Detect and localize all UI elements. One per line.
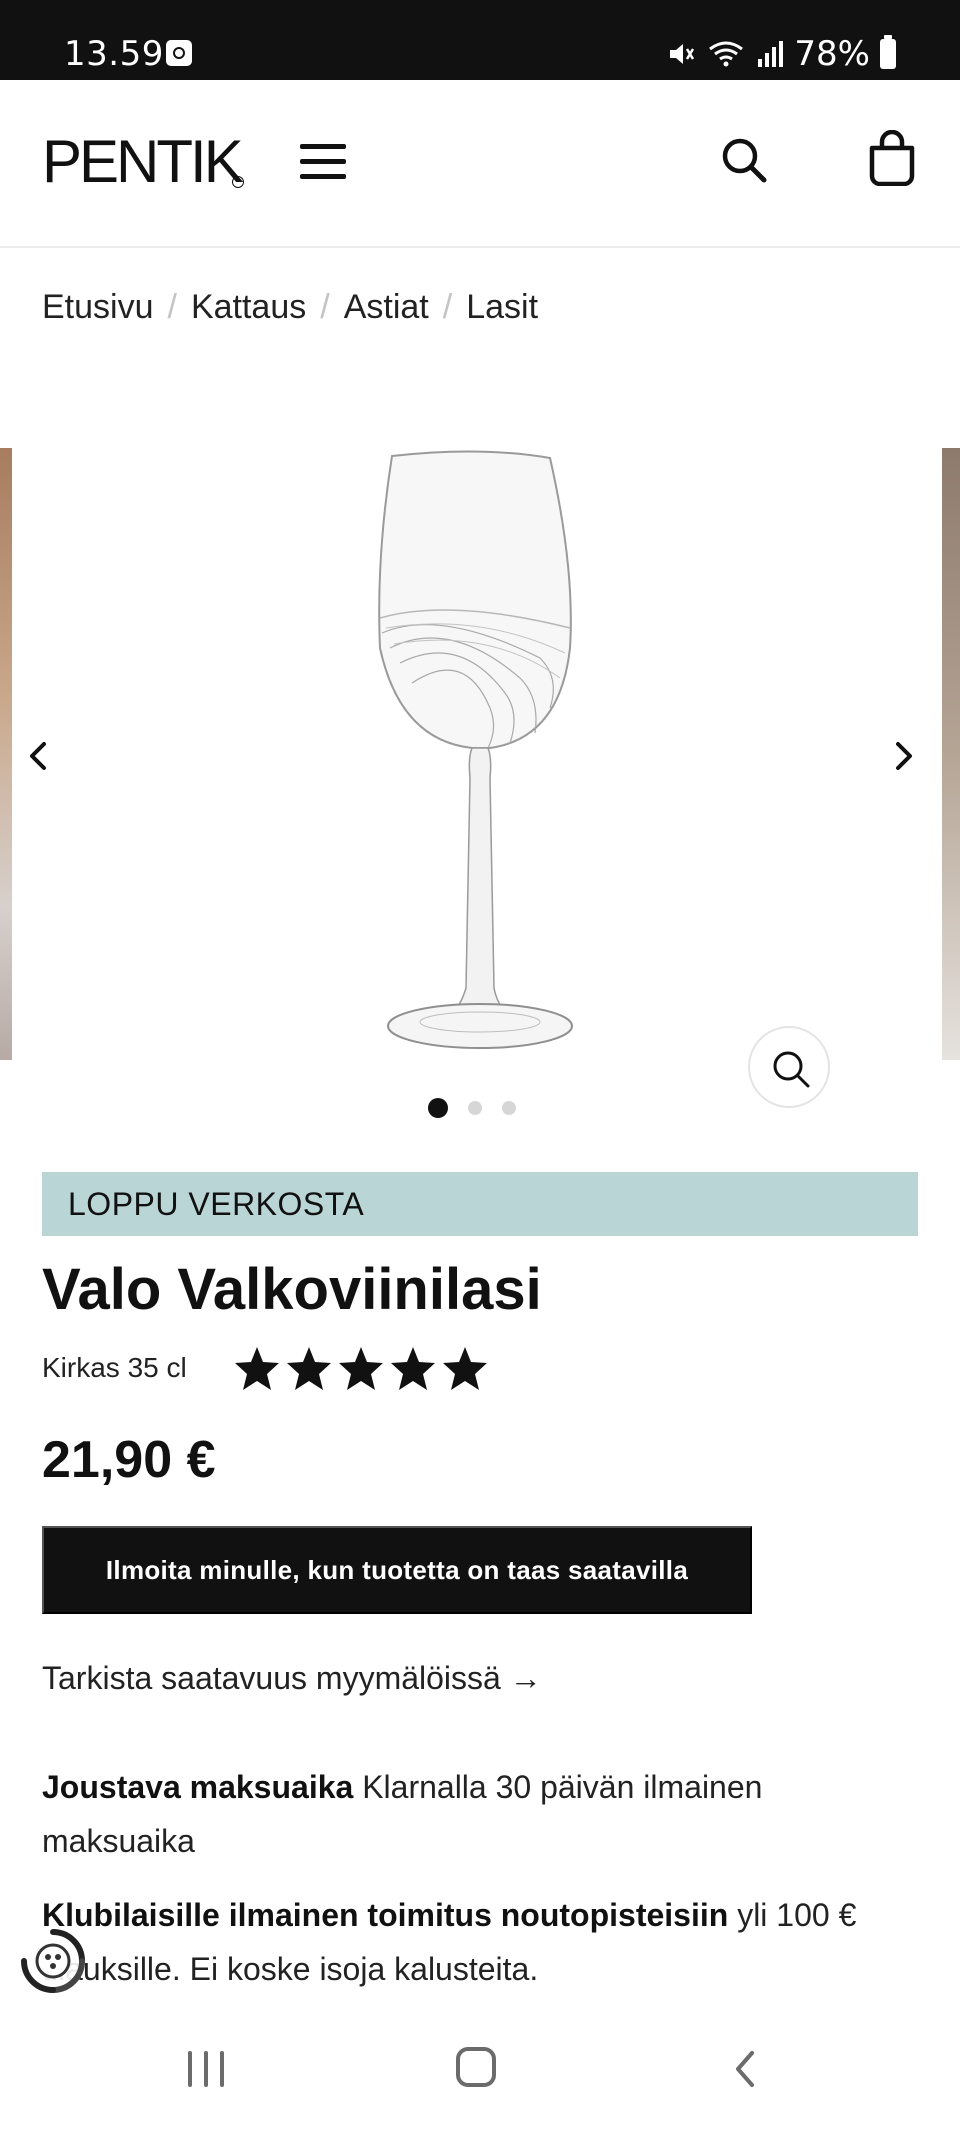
star-icon bbox=[235, 1347, 279, 1390]
battery-icon bbox=[880, 35, 896, 69]
system-nav-bar bbox=[0, 2013, 960, 2133]
star-icon bbox=[339, 1347, 383, 1390]
shipping-info: Klubilaisille ilmainen toimitus noutopis… bbox=[42, 1888, 912, 1996]
star-icon bbox=[391, 1347, 435, 1390]
breadcrumb-item-lasit[interactable]: Lasit bbox=[466, 288, 538, 327]
notify-when-available-button[interactable]: Ilmoita minulle, kun tuotetta on taas sa… bbox=[42, 1526, 752, 1614]
wine-glass-product-image[interactable] bbox=[360, 448, 600, 1060]
payment-info-title: Joustava maksuaika bbox=[42, 1769, 354, 1805]
product-variant: Kirkas 35 cl bbox=[42, 1352, 187, 1383]
gallery-dot-1[interactable] bbox=[428, 1098, 448, 1118]
next-slide-preview bbox=[942, 448, 960, 1060]
check-store-availability-link[interactable]: Tarkista saatavuus myymälöissä → bbox=[42, 1660, 542, 1697]
recent-apps-icon[interactable] bbox=[188, 2051, 228, 2087]
product-price: 21,90 € bbox=[42, 1431, 216, 1489]
product-image-gallery[interactable] bbox=[0, 448, 960, 1108]
star-rating[interactable] bbox=[232, 1344, 490, 1394]
star-icon bbox=[287, 1347, 331, 1390]
breadcrumb-separator: / bbox=[167, 288, 177, 326]
home-icon[interactable] bbox=[456, 2047, 496, 2087]
chevron-left-icon[interactable] bbox=[24, 738, 54, 774]
signal-icon bbox=[758, 41, 784, 67]
alarm-icon bbox=[166, 40, 192, 66]
shopping-bag-icon[interactable] bbox=[868, 130, 916, 186]
payment-info: Joustava maksuaika Klarnalla 30 päivän i… bbox=[42, 1760, 912, 1868]
battery-percent: 78% bbox=[794, 34, 870, 74]
breadcrumb: Etusivu / Kattaus / Astiat / Lasit bbox=[42, 288, 538, 327]
breadcrumb-item-kattaus[interactable]: Kattaus bbox=[191, 288, 306, 327]
chat-widget-icon[interactable] bbox=[18, 1926, 88, 1996]
chevron-right-icon[interactable] bbox=[888, 738, 918, 774]
breadcrumb-item-astiat[interactable]: Astiat bbox=[344, 288, 429, 327]
site-header: PENTIK bbox=[0, 80, 960, 248]
gallery-dot-2[interactable] bbox=[468, 1101, 482, 1115]
status-bar: 13.59 78% bbox=[0, 0, 960, 80]
zoom-icon bbox=[773, 1051, 810, 1088]
stock-status-badge: LOPPU VERKOSTA bbox=[42, 1172, 918, 1236]
gallery-pagination bbox=[428, 1098, 516, 1118]
wifi-icon bbox=[709, 41, 744, 67]
pentik-logo[interactable]: PENTIK bbox=[42, 132, 244, 192]
breadcrumb-separator: / bbox=[320, 288, 330, 326]
menu-icon[interactable] bbox=[300, 144, 346, 180]
breadcrumb-item-etusivu[interactable]: Etusivu bbox=[42, 288, 154, 327]
gallery-dot-3[interactable] bbox=[502, 1101, 516, 1115]
product-title: Valo Valkoviinilasi bbox=[42, 1257, 542, 1322]
search-icon[interactable] bbox=[720, 136, 768, 184]
breadcrumb-separator: / bbox=[442, 288, 453, 326]
registered-mark-icon bbox=[232, 176, 244, 188]
shipping-info-title: Klubilaisille ilmainen toimitus noutopis… bbox=[42, 1897, 729, 1933]
back-icon[interactable] bbox=[732, 2049, 758, 2089]
previous-slide-preview bbox=[0, 448, 12, 1060]
zoom-button[interactable] bbox=[748, 1026, 830, 1108]
status-indicators: 78% bbox=[666, 34, 896, 74]
status-time: 13.59 bbox=[64, 34, 164, 74]
mute-icon bbox=[670, 44, 695, 64]
star-icon bbox=[443, 1347, 487, 1390]
